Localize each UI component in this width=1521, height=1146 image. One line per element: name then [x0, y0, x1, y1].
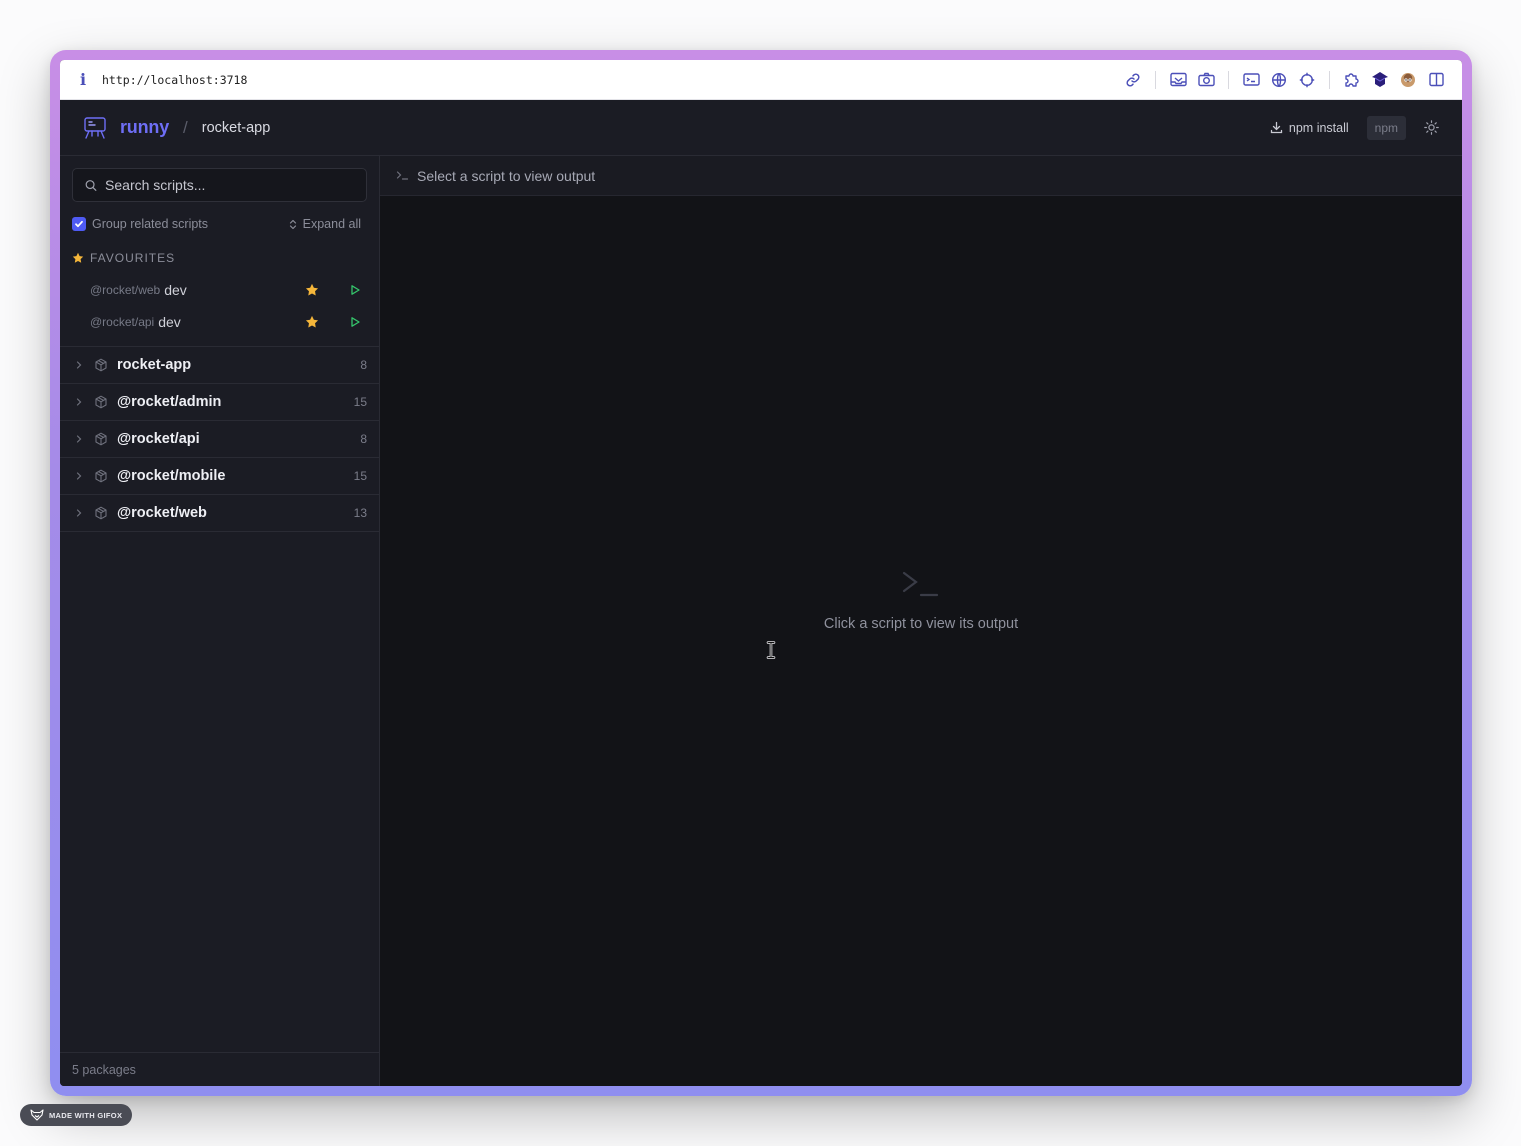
- expand-all-button[interactable]: Expand all: [289, 217, 361, 231]
- package-name: @rocket/api: [117, 431, 200, 447]
- group-toggle-row: Group related scripts Expand all: [72, 216, 367, 232]
- star-icon: [72, 252, 84, 263]
- toolbar-divider: [1228, 70, 1229, 89]
- breadcrumb-separator: /: [183, 117, 188, 137]
- search-input[interactable]: [105, 177, 354, 193]
- star-icon: [305, 283, 319, 296]
- check-icon: [75, 220, 83, 228]
- info-icon[interactable]: i: [76, 70, 90, 89]
- url-text[interactable]: http://localhost:3718: [102, 73, 1119, 87]
- npm-install-button[interactable]: npm install: [1270, 121, 1349, 135]
- package-row[interactable]: rocket-app 8: [60, 347, 379, 384]
- brand-name[interactable]: runny: [120, 117, 169, 138]
- sidebar-icon[interactable]: [1422, 66, 1450, 94]
- gifox-watermark: MADE WITH GIFOX: [20, 1104, 132, 1126]
- camera-icon[interactable]: [1192, 66, 1220, 94]
- output-header: Select a script to view output: [380, 156, 1462, 196]
- extension-icon[interactable]: [1366, 66, 1394, 94]
- package-count-footer: 5 packages: [60, 1052, 379, 1086]
- favourites-list: @rocket/web dev @rocket/api dev: [60, 274, 379, 338]
- favourites-header: FAVOURITES: [72, 250, 367, 266]
- script-count: 8: [360, 432, 367, 446]
- link-icon[interactable]: [1119, 66, 1147, 94]
- chevron-right-icon: [76, 435, 82, 443]
- package-icon: [95, 506, 107, 520]
- avatar-icon[interactable]: [1394, 66, 1422, 94]
- project-name: rocket-app: [201, 119, 271, 136]
- package-list: rocket-app 8 @rocket/admin 15 @rocket/ap…: [60, 346, 379, 532]
- terminal-icon[interactable]: [1237, 66, 1265, 94]
- toolbar-divider: [1329, 70, 1330, 89]
- package-icon: [95, 395, 107, 409]
- play-icon: [351, 285, 360, 295]
- favourites-title: FAVOURITES: [90, 251, 176, 265]
- browser-toolbar: [1119, 66, 1450, 94]
- runny-logo-icon: [82, 115, 108, 141]
- script-count: 8: [360, 358, 367, 372]
- package-name: @rocket/admin: [117, 394, 222, 410]
- inbox-icon[interactable]: [1164, 66, 1192, 94]
- expand-all-label: Expand all: [302, 217, 361, 231]
- package-name: @rocket/mobile: [117, 468, 226, 484]
- package-name: rocket-app: [117, 357, 192, 373]
- package-row[interactable]: @rocket/web 13: [60, 495, 379, 532]
- favourite-script: dev: [164, 282, 187, 298]
- globe-icon[interactable]: [1265, 66, 1293, 94]
- search-icon: [85, 179, 97, 191]
- favourite-item[interactable]: @rocket/api dev: [60, 306, 379, 338]
- chevron-right-icon: [76, 361, 82, 369]
- package-icon: [95, 358, 107, 372]
- package-row[interactable]: @rocket/api 8: [60, 421, 379, 458]
- browser-window: i http://localhost:3718 runny / rocket-a…: [60, 60, 1462, 1086]
- script-count: 15: [353, 395, 367, 409]
- empty-state-text: Click a script to view its output: [823, 616, 1019, 632]
- app-header: runny / rocket-app npm install npm: [60, 100, 1462, 156]
- favourite-package: @rocket/api: [90, 315, 155, 329]
- toolbar-divider: [1155, 70, 1156, 89]
- npm-install-label: npm install: [1288, 120, 1349, 135]
- script-count: 15: [353, 469, 367, 483]
- crosshair-icon[interactable]: [1293, 66, 1321, 94]
- empty-state: Click a script to view its output: [380, 564, 1462, 632]
- sidebar: Group related scripts Expand all FAVOURI…: [60, 156, 380, 1086]
- header-actions: npm install npm: [1270, 115, 1440, 140]
- chevrons-up-down-icon: [289, 219, 296, 229]
- fox-icon: [30, 1109, 44, 1121]
- output-panel: Select a script to view output Click a s…: [380, 156, 1462, 1086]
- package-icon: [95, 432, 107, 446]
- search-box[interactable]: [72, 168, 367, 202]
- terminal-prompt-icon: [396, 171, 409, 180]
- app-body: Group related scripts Expand all FAVOURI…: [60, 156, 1462, 1086]
- favourite-item[interactable]: @rocket/web dev: [60, 274, 379, 306]
- package-row[interactable]: @rocket/admin 15: [60, 384, 379, 421]
- package-icon: [95, 469, 107, 483]
- download-icon: [1270, 121, 1283, 134]
- url-bar: i http://localhost:3718: [60, 60, 1462, 100]
- package-row[interactable]: @rocket/mobile 15: [60, 458, 379, 495]
- theme-toggle-icon[interactable]: [1422, 119, 1440, 137]
- output-header-text: Select a script to view output: [417, 167, 596, 184]
- group-related-checkbox[interactable]: [72, 217, 86, 231]
- group-related-label[interactable]: Group related scripts: [92, 217, 208, 231]
- terminal-prompt-icon: [902, 571, 939, 597]
- text-cursor-icon: [766, 641, 776, 659]
- favourite-package: @rocket/web: [90, 283, 161, 297]
- star-icon: [305, 315, 319, 328]
- puzzle-icon[interactable]: [1338, 66, 1366, 94]
- window-frame: i http://localhost:3718 runny / rocket-a…: [50, 50, 1472, 1096]
- chevron-right-icon: [76, 509, 82, 517]
- chevron-right-icon: [76, 472, 82, 480]
- favourite-script: dev: [158, 314, 181, 330]
- watermark-text: MADE WITH GIFOX: [49, 1110, 123, 1120]
- play-icon: [351, 317, 360, 327]
- script-count: 13: [353, 506, 367, 520]
- package-name: @rocket/web: [117, 505, 207, 521]
- chevron-right-icon: [76, 398, 82, 406]
- package-manager-badge[interactable]: npm: [1366, 115, 1406, 140]
